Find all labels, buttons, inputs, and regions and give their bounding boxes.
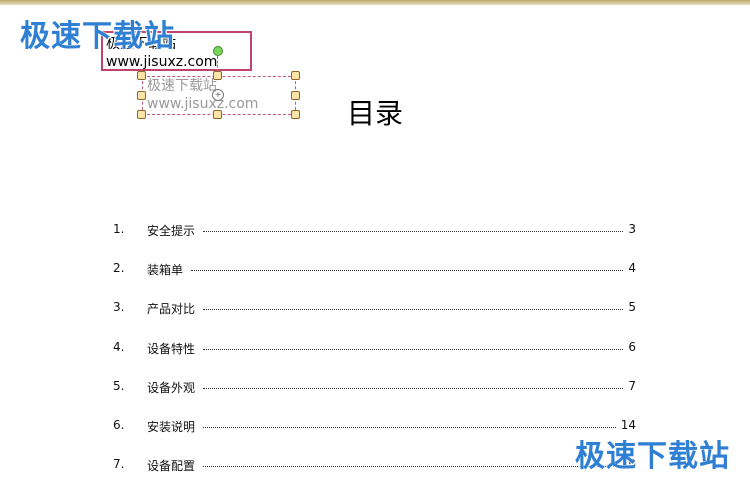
toc-entry-page: 3	[628, 222, 636, 236]
resize-handle-bottom[interactable]	[213, 110, 222, 119]
toc-entry[interactable]: 3. 产品对比 5	[113, 300, 636, 318]
resize-handle-right[interactable]	[291, 91, 300, 100]
toc-entry-number: 4.	[113, 340, 125, 354]
ghost-line-1: 极速下载站	[147, 78, 217, 94]
toc-entry-number: 6.	[113, 418, 125, 432]
toc-entry-text: 安装说明	[147, 420, 196, 434]
rotate-handle[interactable]	[213, 46, 223, 56]
watermark-bottom-right: 极速下载站	[575, 439, 730, 474]
toc-entry-number: 5.	[113, 379, 125, 393]
toc-entry-number: 2.	[113, 261, 125, 275]
move-cursor-icon: +	[212, 89, 224, 101]
toc-entry[interactable]: 6. 安装说明 14	[113, 418, 636, 436]
toc-dot-leader	[203, 231, 623, 232]
toc-entry-page: 14	[620, 418, 636, 432]
toc-entry-number: 3.	[113, 300, 125, 314]
toc-entry-page: 5	[628, 300, 636, 314]
resize-handle-top-left[interactable]	[137, 71, 146, 80]
document-page[interactable]	[0, 5, 750, 479]
toc-entry[interactable]: 1. 安全提示 3	[113, 222, 636, 240]
toc-entry-text: 设备配置	[147, 459, 196, 473]
rotate-handle-stem	[217, 56, 219, 72]
toc-entry-page: 7	[628, 379, 636, 393]
toc-entry[interactable]: 4. 设备特性 6	[113, 340, 636, 358]
toc-entry-page: 6	[628, 340, 636, 354]
toc-entry-number: 1.	[113, 222, 125, 236]
toc-entry[interactable]: 5. 设备外观 7	[113, 379, 636, 397]
resize-handle-left[interactable]	[137, 91, 146, 100]
ghost-text: 极速下载站 www.jisuxz.com	[147, 77, 258, 113]
resize-handle-bottom-left[interactable]	[137, 110, 146, 119]
toc-dot-leader	[191, 270, 623, 271]
toc-entry-text: 安全提示	[147, 224, 196, 238]
toc-entry[interactable]: 2. 装箱单 4	[113, 261, 636, 279]
toc-entry-page: 4	[628, 261, 636, 275]
toc-dot-leader	[203, 349, 623, 350]
toc-entry-number: 7.	[113, 457, 125, 471]
resize-handle-top-right[interactable]	[291, 71, 300, 80]
toc-entry-text: 设备外观	[147, 381, 196, 395]
toc-entry-text: 产品对比	[147, 302, 196, 316]
resize-handle-top[interactable]	[213, 71, 222, 80]
resize-handle-bottom-right[interactable]	[291, 110, 300, 119]
toc-entry-text: 装箱单	[147, 263, 184, 277]
toc-dot-leader	[203, 466, 616, 467]
textbox-line-2: www.jisuxz.com	[106, 54, 218, 70]
toc-entry[interactable]: 7. 设备配置 20	[113, 457, 636, 475]
watermark-top-left: 极速下载站	[20, 19, 175, 54]
toc-dot-leader	[203, 309, 623, 310]
toc-dot-leader	[203, 388, 623, 389]
toc-dot-leader	[203, 427, 616, 428]
toc-entry-text: 设备特性	[147, 342, 196, 356]
ghost-line-2: www.jisuxz.com	[147, 96, 259, 112]
toc-title: 目录	[347, 97, 404, 130]
